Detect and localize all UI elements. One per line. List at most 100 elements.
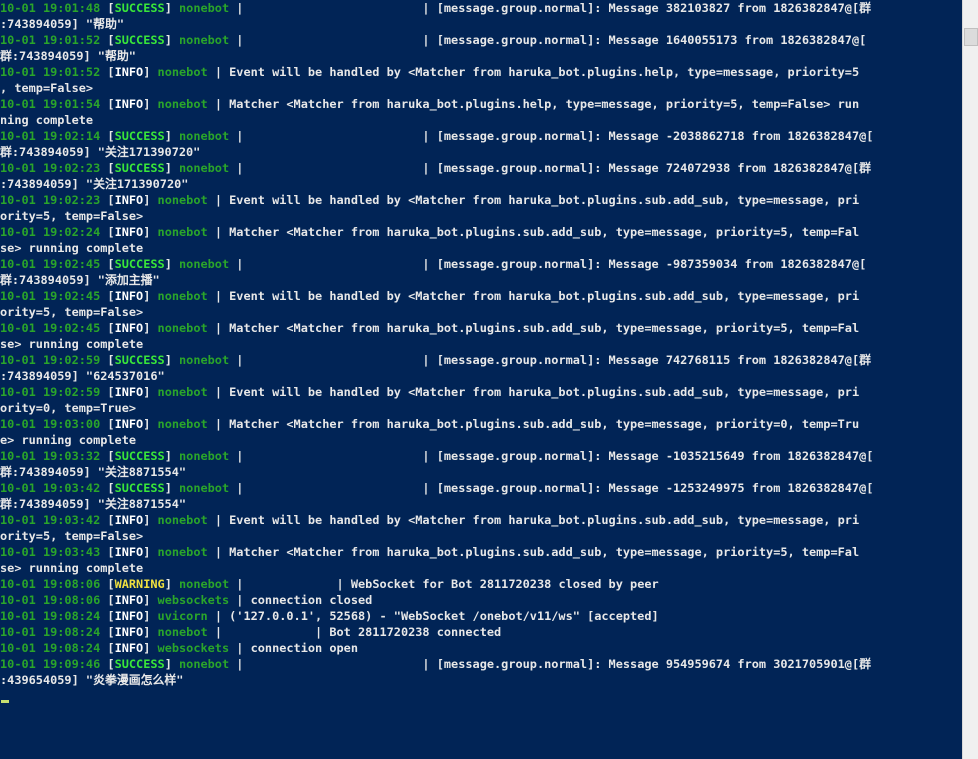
log-level: SUCCESS [114,449,165,463]
log-timestamp: 10-01 19:02:24 [0,225,101,239]
log-message: :743894059] "关注171390720" [0,177,189,191]
log-message: | | [message.group.normal]: Message 7240… [229,161,872,175]
log-level: SUCCESS [114,161,165,175]
log-line: ning complete [0,112,962,128]
log-message: | ('127.0.0.1', 52568) - "WebSocket /one… [207,609,659,623]
log-timestamp: 10-01 19:03:00 [0,417,101,431]
log-message: ority=5, temp=False> [0,305,144,319]
log-module: nonebot [157,513,208,527]
log-message: | | [message.group.normal]: Message 7427… [229,353,872,367]
log-line: 群:743894059] "关注8871554" [0,496,962,512]
log-timestamp: 10-01 19:08:24 [0,625,101,639]
log-message: e> running complete [0,433,137,447]
log-module: nonebot [157,193,208,207]
log-module: nonebot [157,625,208,639]
log-message: | | [message.group.normal]: Message -125… [229,481,874,495]
log-message: | Matcher <Matcher from haruka_bot.plugi… [207,97,860,111]
log-level: INFO [114,225,144,239]
log-timestamp: 10-01 19:02:45 [0,321,101,335]
log-module: nonebot [157,65,208,79]
log-line: :743894059] "624537016" [0,368,962,384]
log-line: 10-01 19:09:46 [SUCCESS] nonebot | | [me… [0,657,872,671]
log-module: nonebot [157,289,208,303]
log-message: :743894059] "帮助" [0,17,125,31]
log-module: nonebot [157,417,208,431]
log-line: 10-01 19:03:43 [INFO] nonebot | Matcher … [0,545,860,559]
log-module: nonebot [157,225,208,239]
log-level: INFO [114,321,144,335]
log-line: :743894059] "帮助" [0,16,962,32]
log-line: , temp=False> [0,80,962,96]
log-level: SUCCESS [114,33,165,47]
log-level: SUCCESS [114,481,165,495]
log-line: 10-01 19:01:48 [SUCCESS] nonebot | | [me… [0,1,872,15]
log-message: 群:743894059] "帮助" [0,49,136,63]
log-module: nonebot [179,353,230,367]
scrollbar-thumb[interactable] [964,28,978,46]
log-module: nonebot [179,657,230,671]
log-line: 10-01 19:02:45 [SUCCESS] nonebot | | [me… [0,257,867,271]
log-line: 10-01 19:01:52 [INFO] nonebot | Event wi… [0,65,860,79]
vertical-scrollbar[interactable] [962,0,978,759]
log-line: 10-01 19:01:52 [SUCCESS] nonebot | | [me… [0,33,867,47]
log-line: 10-01 19:08:06 [WARNING] nonebot | | Web… [0,577,659,591]
log-module: nonebot [179,1,230,15]
log-level: INFO [114,417,144,431]
log-message: , temp=False> [0,81,94,95]
log-timestamp: 10-01 19:03:43 [0,545,101,559]
log-message: | Matcher <Matcher from haruka_bot.plugi… [207,545,860,559]
log-line: 10-01 19:02:24 [INFO] nonebot | Matcher … [0,225,860,239]
log-level: SUCCESS [114,1,165,15]
log-line: 群:743894059] "关注8871554" [0,464,962,480]
log-message: | connection closed [229,593,373,607]
log-module: nonebot [157,545,208,559]
log-line: 群:743894059] "帮助" [0,48,962,64]
log-level: WARNING [114,577,165,591]
terminal-output[interactable]: 10-01 19:01:48 [SUCCESS] nonebot | | [me… [0,0,962,759]
log-line: se> running complete [0,336,962,352]
log-level: INFO [114,513,144,527]
log-line: 10-01 19:03:32 [SUCCESS] nonebot | | [me… [0,449,874,463]
log-module: nonebot [179,33,230,47]
log-timestamp: 10-01 19:03:42 [0,513,101,527]
log-timestamp: 10-01 19:02:59 [0,385,101,399]
log-message: se> running complete [0,337,144,351]
log-timestamp: 10-01 19:02:45 [0,289,101,303]
log-line: 10-01 19:03:42 [INFO] nonebot | Event wi… [0,513,860,527]
log-level: INFO [114,289,144,303]
log-timestamp: 10-01 19:01:52 [0,65,101,79]
log-message: 群:743894059] "关注8871554" [0,497,187,511]
log-timestamp: 10-01 19:08:24 [0,641,101,655]
log-line: se> running complete [0,240,962,256]
log-message: | | WebSocket for Bot 2811720238 closed … [229,577,659,591]
log-timestamp: 10-01 19:08:06 [0,593,101,607]
log-message: | | [message.group.normal]: Message -203… [229,129,874,143]
log-line: 10-01 19:02:59 [SUCCESS] nonebot | | [me… [0,353,872,367]
log-timestamp: 10-01 19:02:45 [0,257,101,271]
log-timestamp: 10-01 19:01:54 [0,97,101,111]
log-module: websockets [157,593,230,607]
log-level: INFO [114,193,144,207]
log-module: uvicorn [157,609,208,623]
log-module: nonebot [179,577,230,591]
log-line: 10-01 19:08:24 [INFO] nonebot | | Bot 28… [0,625,502,639]
log-module: nonebot [157,385,208,399]
log-line: 10-01 19:02:14 [SUCCESS] nonebot | | [me… [0,129,874,143]
log-module: nonebot [179,481,230,495]
log-message: | Event will be handled by <Matcher from… [207,193,860,207]
log-line: 10-01 19:02:45 [INFO] nonebot | Matcher … [0,321,860,335]
log-message: | Event will be handled by <Matcher from… [207,65,860,79]
log-line: 10-01 19:03:42 [SUCCESS] nonebot | | [me… [0,481,874,495]
log-message: | | [message.group.normal]: Message -103… [229,449,874,463]
log-module: nonebot [179,257,230,271]
log-message: :743894059] "624537016" [0,369,165,383]
log-message: | Matcher <Matcher from haruka_bot.plugi… [207,225,860,239]
log-level: INFO [114,625,144,639]
log-level: INFO [114,641,144,655]
log-level: INFO [114,385,144,399]
log-message: 群:743894059] "关注8871554" [0,465,187,479]
log-message: ning complete [0,113,94,127]
log-line: 10-01 19:02:23 [INFO] nonebot | Event wi… [0,193,860,207]
log-module: nonebot [179,449,230,463]
log-timestamp: 10-01 19:02:23 [0,193,101,207]
